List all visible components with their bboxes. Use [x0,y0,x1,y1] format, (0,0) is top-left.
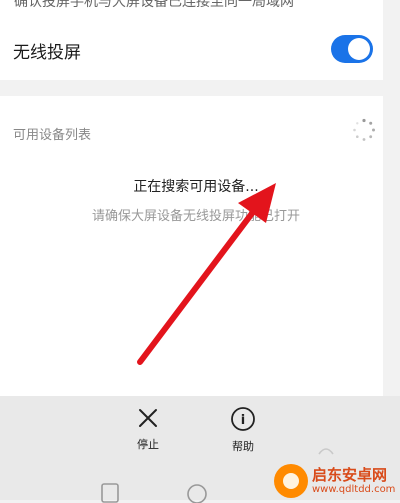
info-glyph: i [241,413,245,428]
stop-button[interactable]: 停止 [118,406,178,452]
wireless-projection-toggle[interactable] [331,35,373,63]
searching-status: 正在搜索可用设备... [133,179,259,195]
top-hint-text: 确认投屏手机与大屏设备已连接至同一局域网 [14,0,294,10]
searching-hint: 请确保大屏设备无线投屏功能已打开 [91,209,300,224]
close-icon [139,409,157,427]
help-button[interactable]: i 帮助 [213,406,273,454]
stop-label: 停止 [137,438,159,451]
top-card: 确认投屏手机与大屏设备已连接至同一局域网 无线投屏 [0,0,383,80]
loading-spinner-icon [353,118,375,141]
watermark-badge-icon [274,464,308,498]
recent-apps-icon[interactable] [100,483,120,503]
device-list-label: 可用设备列表 [13,128,92,143]
watermark-name: 启东安卓网 [312,466,388,484]
help-label: 帮助 [232,440,254,453]
wireless-projection-label: 无线投屏 [13,43,81,63]
watermark-logo: 启东安卓网 www.qdltdd.com [272,462,400,500]
back-icon[interactable] [316,444,336,456]
device-list-card: 可用设备列表 正在搜索可用设备... 请确保大屏设备无线投屏功能已打开 [0,96,383,396]
home-icon[interactable] [186,483,208,503]
watermark-url: www.qdltdd.com [312,484,396,495]
info-icon: i [231,407,255,431]
toggle-knob [348,38,370,60]
